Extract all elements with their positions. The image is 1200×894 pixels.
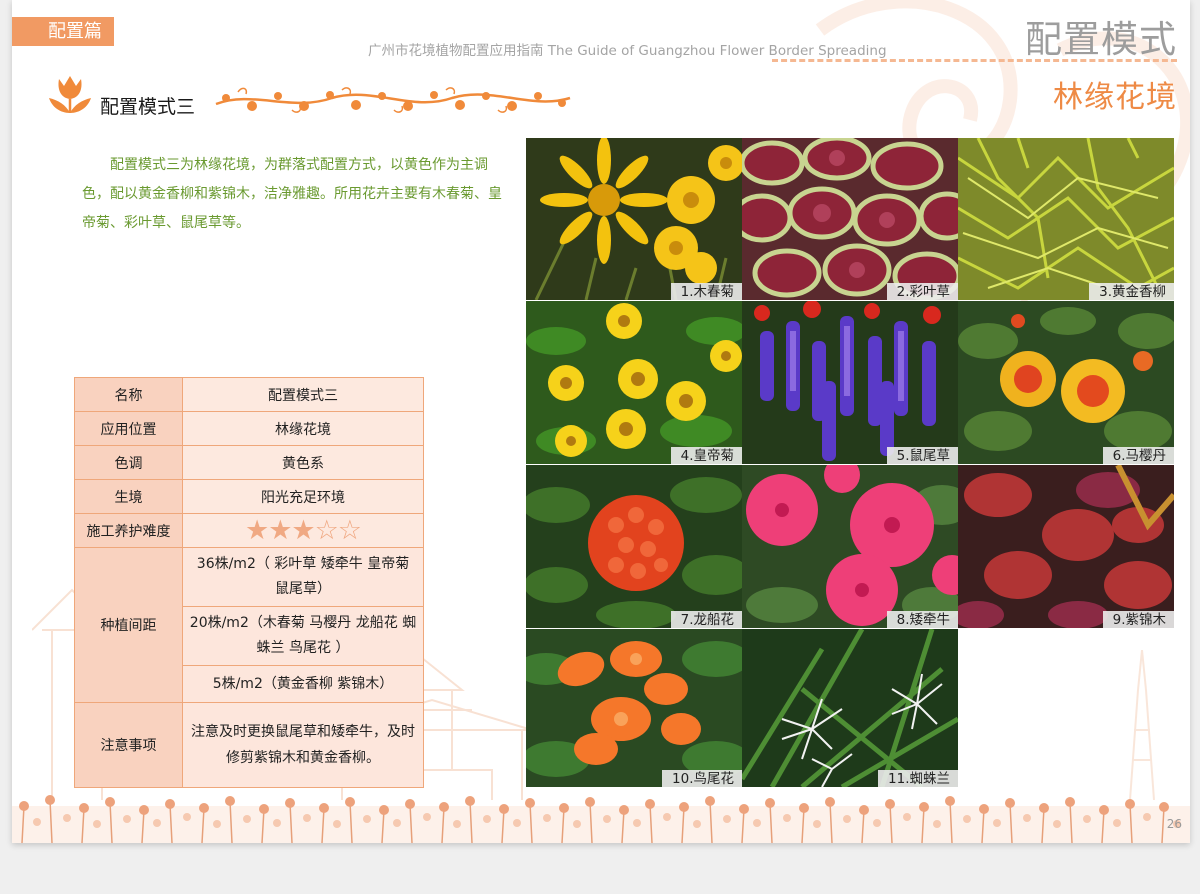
title-divider bbox=[772, 59, 1177, 62]
plant-caption: 11.蜘蛛兰 bbox=[878, 770, 958, 787]
spacing-row-2: 20株/m2（木春菊 马樱丹 龙船花 蜘蛛兰 鸟尾花 ） bbox=[182, 606, 424, 666]
floral-border-ornament bbox=[215, 87, 571, 113]
name-value: 配置模式三 bbox=[182, 377, 424, 412]
position-label: 应用位置 bbox=[74, 411, 183, 446]
chapter-tag: 配置篇 bbox=[12, 17, 114, 46]
table-row: 应用位置 林缘花境 bbox=[74, 411, 424, 446]
spacing-label: 种植间距 bbox=[74, 547, 183, 703]
note-value: 注意及时更换鼠尾草和矮牵牛，及时修剪紫锦木和黄金香柳。 bbox=[182, 702, 424, 788]
section-title: 配置模式三 bbox=[100, 96, 196, 118]
purple-leaf-photo: 9.紫锦木 bbox=[958, 465, 1174, 628]
table-row: 色调 黄色系 bbox=[74, 445, 424, 480]
habitat-value: 阳光充足环境 bbox=[182, 479, 424, 514]
plant-caption: 5.鼠尾草 bbox=[886, 447, 958, 464]
config-info-table: 名称 配置模式三 应用位置 林缘花境 色调 黄色系 生境 阳光充足环境 施工养护… bbox=[74, 377, 424, 788]
plant-caption: 8.矮牵牛 bbox=[886, 611, 958, 628]
tower-decoration bbox=[1129, 650, 1155, 800]
section-description: 配置模式三为林缘花境，为群落式配置方式，以黄色作为主调色，配以黄金香柳和紫锦木，… bbox=[82, 157, 502, 231]
plant-caption: 1.木春菊 bbox=[670, 283, 742, 300]
plant-caption: 3.黄金香柳 bbox=[1089, 283, 1174, 300]
golden-willow-photo: 3.黄金香柳 bbox=[958, 138, 1174, 300]
difficulty-label: 施工养护难度 bbox=[74, 513, 183, 548]
name-label: 名称 bbox=[74, 377, 183, 412]
difficulty-rating: ★★★☆☆ bbox=[182, 513, 424, 548]
tone-value: 黄色系 bbox=[182, 445, 424, 480]
page: 配置篇 广州市花境植物配置应用指南 The Guide of Guangzhou… bbox=[12, 0, 1190, 843]
habitat-label: 生境 bbox=[74, 479, 183, 514]
spacing-row-1: 36株/m2（ 彩叶草 矮牵牛 皇帝菊 鼠尾草） bbox=[182, 547, 424, 607]
coleus-photo: 2.彩叶草 bbox=[742, 138, 958, 300]
melampodium-photo: 4.皇帝菊 bbox=[526, 301, 742, 464]
plant-caption: 9.紫锦木 bbox=[1102, 611, 1174, 628]
lantana-photo: 6.马樱丹 bbox=[958, 301, 1174, 464]
spider-lily-photo: 11.蜘蛛兰 bbox=[742, 629, 958, 787]
mode-title: 配置模式 bbox=[1025, 18, 1177, 61]
crossandra-photo: 10.鸟尾花 bbox=[526, 629, 742, 787]
yellow-daisy-photo: 1.木春菊 bbox=[526, 138, 742, 300]
plant-caption: 4.皇帝菊 bbox=[670, 447, 742, 464]
guide-title: 广州市花境植物配置应用指南 The Guide of Guangzhou Flo… bbox=[368, 43, 887, 59]
flower-border-decoration bbox=[12, 795, 1190, 843]
page-number: 26 bbox=[1166, 817, 1182, 831]
petunia-photo: 8.矮牵牛 bbox=[742, 465, 958, 628]
spacing-row-3: 5株/m2（黄金香柳 紫锦木） bbox=[182, 665, 424, 703]
plant-caption: 7.龙船花 bbox=[670, 611, 742, 628]
plant-caption: 10.鸟尾花 bbox=[662, 770, 742, 787]
salvia-photo: 5.鼠尾草 bbox=[742, 301, 958, 464]
table-row: 施工养护难度 ★★★☆☆ bbox=[74, 513, 424, 548]
tone-label: 色调 bbox=[74, 445, 183, 480]
ixora-photo: 7.龙船花 bbox=[526, 465, 742, 628]
difficulty-stars: ★★★☆☆ bbox=[244, 514, 362, 546]
position-value: 林缘花境 bbox=[182, 411, 424, 446]
table-row: 名称 配置模式三 bbox=[74, 377, 424, 412]
tulip-icon bbox=[49, 76, 91, 113]
sub-title: 林缘花境 bbox=[1053, 80, 1177, 115]
plant-caption: 2.彩叶草 bbox=[886, 283, 958, 300]
table-row: 种植间距 36株/m2（ 彩叶草 矮牵牛 皇帝菊 鼠尾草） bbox=[74, 547, 424, 703]
plant-caption: 6.马樱丹 bbox=[1102, 447, 1174, 464]
table-row: 生境 阳光充足环境 bbox=[74, 479, 424, 514]
table-row: 注意事项 注意及时更换鼠尾草和矮牵牛，及时修剪紫锦木和黄金香柳。 bbox=[74, 702, 424, 788]
note-label: 注意事项 bbox=[74, 702, 183, 788]
